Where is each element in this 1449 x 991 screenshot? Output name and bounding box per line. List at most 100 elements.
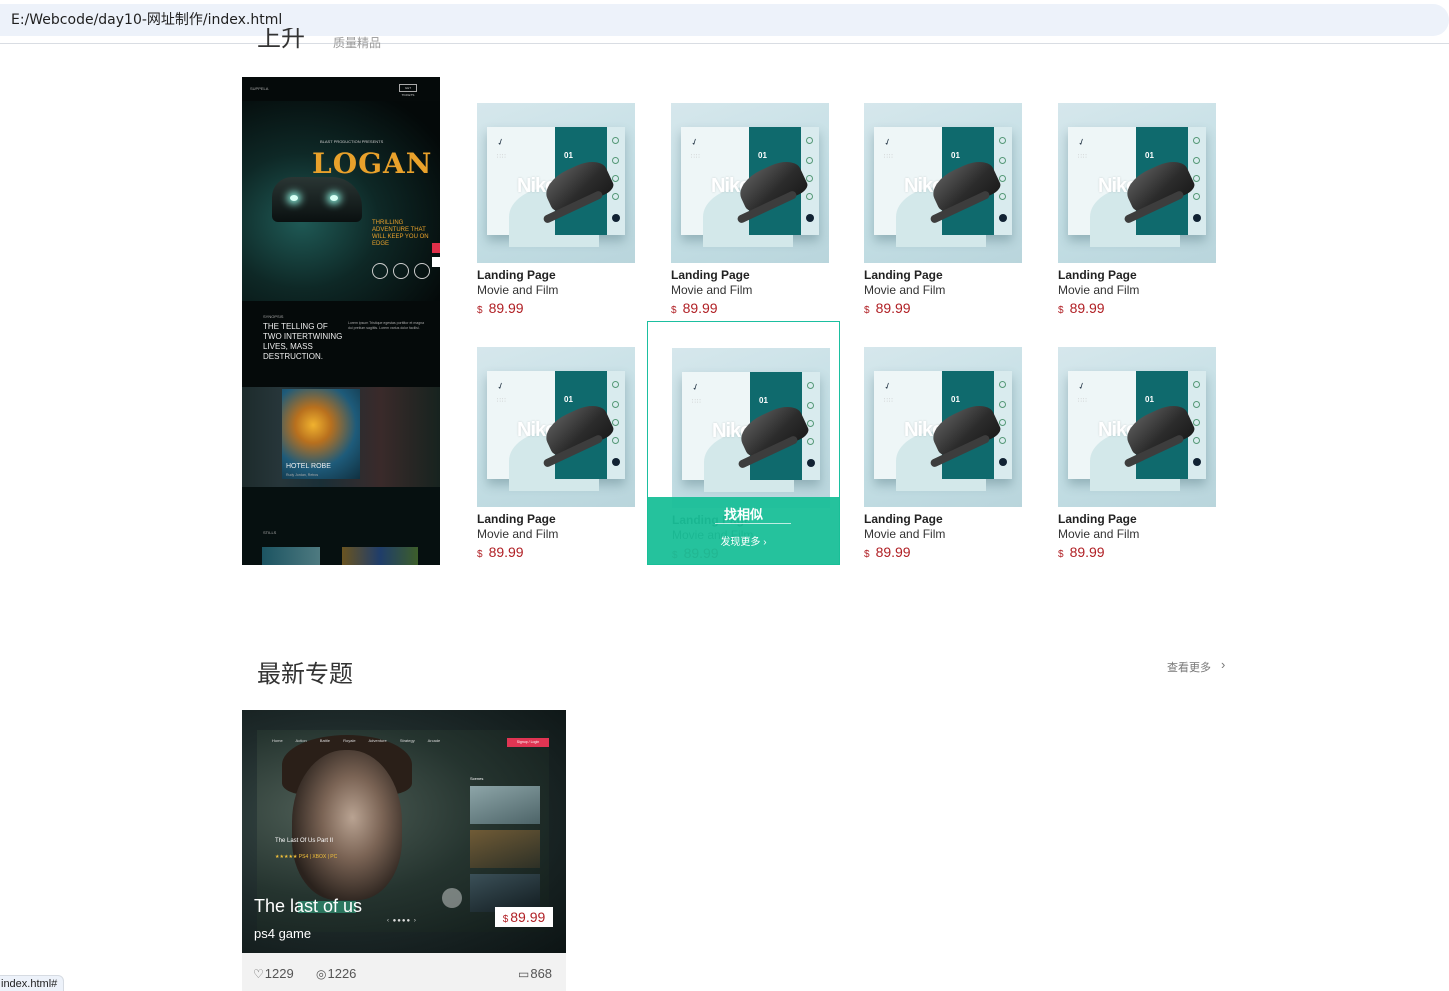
swoosh-icon: ✓ bbox=[1076, 136, 1087, 149]
mockup-panel: ✓ ∷∷ 01 Nike bbox=[487, 127, 625, 247]
synopsis-heading: THE TELLING OF TWO INTERTWINING LIVES, M… bbox=[263, 322, 343, 361]
product-card[interactable]: ✓ ∷∷ 01 Nike Landing Page Movie and Film… bbox=[1034, 77, 1227, 321]
scene-thumbnail bbox=[470, 786, 540, 824]
product-name[interactable]: Landing Page bbox=[864, 268, 943, 282]
product-category: Movie and Film bbox=[1058, 527, 1140, 541]
rail-dot bbox=[1193, 137, 1200, 144]
rail-button bbox=[1193, 214, 1201, 222]
topic-card[interactable]: Home Action Battle Royale Adventure Stra… bbox=[242, 710, 566, 991]
product-price: $89.99 bbox=[1058, 544, 1105, 560]
currency-symbol: $ bbox=[864, 549, 870, 560]
product-card[interactable]: ✓ ∷∷ 01 Nike Landing Page Movie and Film… bbox=[647, 321, 840, 565]
mockup-panel: ✓ ∷∷ 01 Nike bbox=[874, 371, 1012, 491]
browser-address-bar: E:/Webcode/day10-网址制作/index.html bbox=[0, 0, 1449, 44]
latest-section-title: 最新专题 bbox=[257, 661, 353, 688]
game-site-signup: Signup / Login bbox=[507, 738, 549, 747]
banner-tagline: THRILLING ADVENTURE THAT WILL KEEP YOU O… bbox=[372, 220, 429, 247]
left-banner-image[interactable]: SUPPELA GET TICKETS BLAST PRODUCTION PRE… bbox=[242, 77, 440, 565]
grid-dots-icon: ∷∷ bbox=[884, 398, 894, 404]
product-image[interactable]: ✓ ∷∷ 01 Nike bbox=[672, 348, 830, 508]
side-tab-white bbox=[432, 257, 440, 267]
rail-dot bbox=[806, 193, 813, 200]
rail-dot bbox=[1193, 381, 1200, 388]
product-image[interactable]: ✓ ∷∷ 01 Nike bbox=[1058, 347, 1216, 507]
product-name[interactable]: Landing Page bbox=[477, 512, 556, 526]
product-category: Movie and Film bbox=[477, 527, 559, 541]
synopsis-body: Lorem ipsum Tristique egestas porttitor … bbox=[348, 321, 425, 330]
like-count[interactable]: ♡1229 bbox=[253, 966, 294, 981]
gallery-caption: HOTEL ROBE bbox=[286, 463, 331, 470]
product-price: $89.99 bbox=[864, 300, 911, 316]
rail-dot bbox=[612, 175, 619, 182]
product-image[interactable]: ✓ ∷∷ 01 Nike bbox=[1058, 103, 1216, 263]
banner-kicker: BLAST PRODUCTION PRESENTS bbox=[320, 139, 384, 144]
rail-button bbox=[1193, 458, 1201, 466]
product-name[interactable]: Landing Page bbox=[1058, 512, 1137, 526]
rail-dot bbox=[999, 175, 1006, 182]
banner-movie-title: LOGAN bbox=[312, 147, 433, 180]
product-image[interactable]: ✓ ∷∷ 01 Nike bbox=[477, 347, 635, 507]
product-card[interactable]: ✓ ∷∷ 01 Nike Landing Page Movie and Film… bbox=[453, 321, 646, 565]
product-price: $89.99 bbox=[671, 300, 718, 316]
play-icon bbox=[442, 888, 462, 908]
swoosh-icon: ✓ bbox=[690, 381, 701, 394]
currency-symbol: $ bbox=[671, 305, 677, 316]
gallery-caption-sub: Rudy Jordan, Retros bbox=[286, 473, 319, 477]
product-card[interactable]: ✓ ∷∷ 01 Nike Landing Page Movie and Film… bbox=[840, 321, 1033, 565]
product-image[interactable]: ✓ ∷∷ 01 Nike bbox=[671, 103, 829, 263]
topic-subtitle: ps4 game bbox=[254, 926, 312, 941]
product-image[interactable]: ✓ ∷∷ 01 Nike bbox=[477, 103, 635, 263]
rail-dot bbox=[612, 193, 619, 200]
grid-dots-icon: ∷∷ bbox=[1078, 154, 1088, 160]
synopsis-label: SYNOPSIS bbox=[263, 314, 284, 319]
find-similar-overlay[interactable]: 找相似 发现更多 › bbox=[647, 497, 840, 565]
section-subtitle: 质量精品 bbox=[333, 36, 382, 50]
currency-symbol: $ bbox=[502, 914, 509, 925]
eye-icon: ◎ bbox=[316, 967, 327, 981]
rail-dot bbox=[999, 437, 1006, 444]
product-card[interactable]: ✓ ∷∷ 01 Nike Landing Page Movie and Film… bbox=[1034, 321, 1227, 565]
product-card[interactable]: ✓ ∷∷ 01 Nike Landing Page Movie and Film… bbox=[840, 77, 1033, 321]
rail-dot bbox=[806, 157, 813, 164]
find-similar-button[interactable]: 找相似 bbox=[647, 504, 840, 523]
product-price-value: 89.99 bbox=[682, 300, 718, 316]
rail-button bbox=[999, 214, 1007, 222]
comment-count[interactable]: ▭868 bbox=[518, 966, 552, 981]
stills-label: STILLS bbox=[263, 530, 277, 535]
product-price: $89.99 bbox=[1058, 300, 1105, 316]
rail-dot bbox=[612, 381, 619, 388]
award-badges bbox=[372, 263, 435, 284]
product-card[interactable]: ✓ ∷∷ 01 Nike Landing Page Movie and Film… bbox=[647, 77, 840, 321]
comment-icon: ▭ bbox=[518, 967, 530, 981]
product-name[interactable]: Landing Page bbox=[477, 268, 556, 282]
mockup-panel: ✓ ∷∷ 01 Nike bbox=[1068, 127, 1206, 247]
product-name[interactable]: Landing Page bbox=[864, 512, 943, 526]
rail-dot bbox=[999, 381, 1006, 388]
rail-dot bbox=[1193, 419, 1200, 426]
mockup-number: 01 bbox=[951, 395, 960, 404]
product-image[interactable]: ✓ ∷∷ 01 Nike bbox=[864, 347, 1022, 507]
product-image[interactable]: ✓ ∷∷ 01 Nike bbox=[864, 103, 1022, 263]
currency-symbol: $ bbox=[1058, 549, 1064, 560]
mockup-number: 01 bbox=[951, 151, 960, 160]
product-card[interactable]: ✓ ∷∷ 01 Nike Landing Page Movie and Film… bbox=[453, 77, 646, 321]
product-name[interactable]: Landing Page bbox=[1058, 268, 1137, 282]
chevron-right-icon[interactable]: › bbox=[1221, 657, 1225, 672]
product-price: $89.99 bbox=[477, 300, 524, 316]
currency-symbol: $ bbox=[477, 549, 483, 560]
headlight bbox=[330, 195, 338, 201]
product-name[interactable]: Landing Page bbox=[671, 268, 750, 282]
discover-more-link[interactable]: 发现更多 › bbox=[647, 533, 840, 548]
rail-dot bbox=[999, 157, 1006, 164]
topic-image[interactable]: Home Action Battle Royale Adventure Stra… bbox=[242, 710, 566, 953]
mockup-number: 01 bbox=[759, 396, 768, 405]
swoosh-icon: ✓ bbox=[495, 380, 506, 393]
address-field[interactable]: E:/Webcode/day10-网址制作/index.html bbox=[0, 4, 1449, 36]
product-price-value: 89.99 bbox=[488, 544, 524, 560]
mockup-panel: ✓ ∷∷ 01 Nike bbox=[874, 127, 1012, 247]
mockup-number: 01 bbox=[564, 395, 573, 404]
mockup-number: 01 bbox=[758, 151, 767, 160]
view-more-link[interactable]: 查看更多 bbox=[1167, 659, 1211, 675]
product-category: Movie and Film bbox=[864, 283, 946, 297]
rail-button bbox=[999, 458, 1007, 466]
